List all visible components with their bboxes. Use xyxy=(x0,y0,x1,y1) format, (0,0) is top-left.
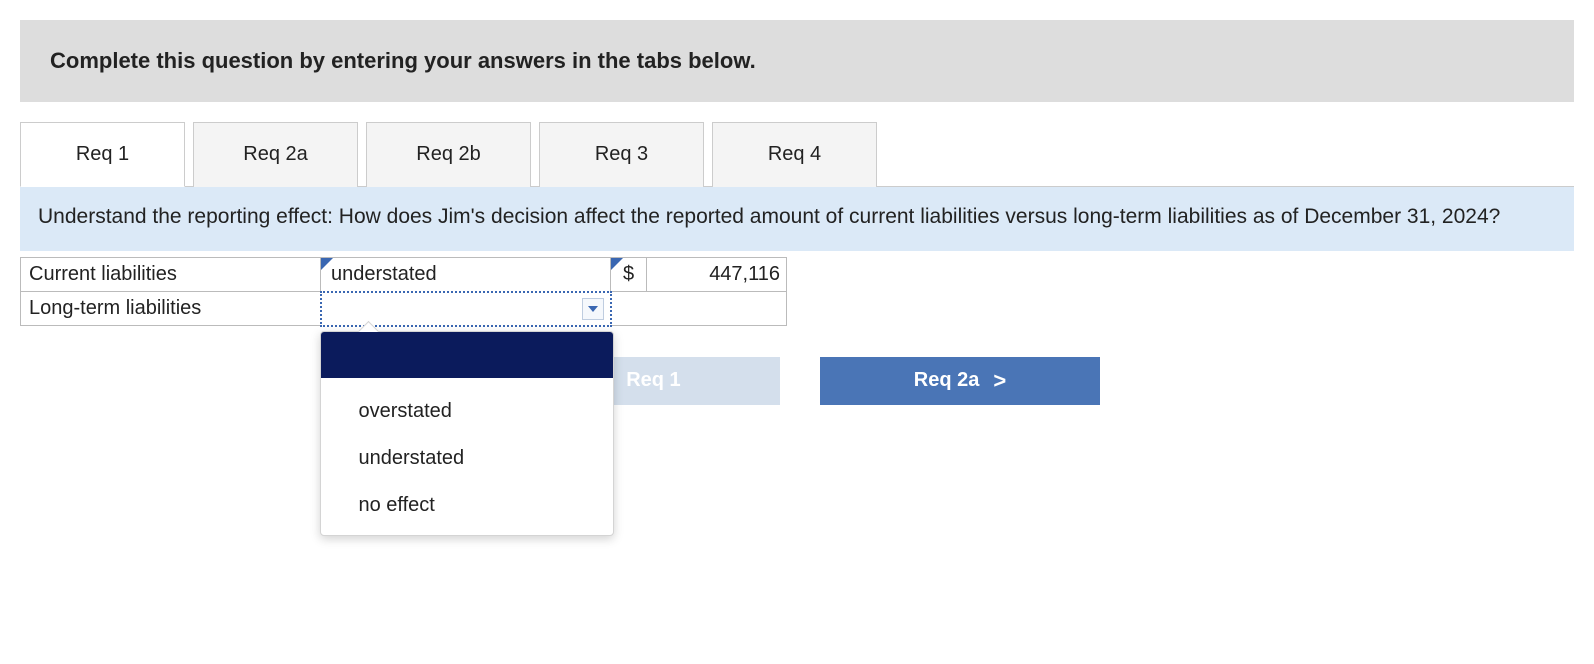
dropdown-popup: overstated understated no effect xyxy=(320,331,614,536)
tab-label: Req 2a xyxy=(243,143,308,165)
dropdown-option-overstated[interactable]: overstated xyxy=(321,388,613,435)
row-label-current-liabilities: Current liabilities xyxy=(21,258,321,292)
dropdown-option-no-effect[interactable]: no effect xyxy=(321,482,613,529)
table-row: Current liabilities understated $ 447,11… xyxy=(21,258,787,292)
chevron-right-icon: > xyxy=(993,368,1006,394)
tab-label: Req 2b xyxy=(416,143,481,165)
next-label: Req 2a xyxy=(914,369,980,392)
tab-req-4[interactable]: Req 4 xyxy=(712,122,877,187)
currency-symbol: $ xyxy=(611,258,647,292)
effect-select-long-term[interactable]: overstated understated no effect xyxy=(321,292,611,326)
tab-req-2b[interactable]: Req 2b xyxy=(366,122,531,187)
tab-req-1[interactable]: Req 1 xyxy=(20,122,185,187)
currency-text: $ xyxy=(623,263,634,285)
dropdown-option-blank[interactable] xyxy=(321,332,613,378)
table-row: Long-term liabilities overstated underst… xyxy=(21,292,787,326)
prev-label: Req 1 xyxy=(626,369,680,392)
tab-req-2a[interactable]: Req 2a xyxy=(193,122,358,187)
tab-label: Req 1 xyxy=(76,143,129,165)
effect-select-current[interactable]: understated xyxy=(321,258,611,292)
flag-icon xyxy=(321,258,333,270)
next-button[interactable]: Req 2a > xyxy=(820,357,1100,405)
amount-input-current[interactable]: 447,116 xyxy=(647,258,787,292)
amount-input-long-term[interactable] xyxy=(611,292,787,326)
dropdown-option-understated[interactable]: understated xyxy=(321,435,613,482)
flag-icon xyxy=(611,258,623,270)
answer-table: Current liabilities understated $ 447,11… xyxy=(20,257,787,327)
tab-label: Req 4 xyxy=(768,143,821,165)
chevron-down-icon[interactable] xyxy=(582,298,604,320)
select-value: understated xyxy=(331,263,437,286)
instruction-text: Complete this question by entering your … xyxy=(20,20,1574,102)
tab-row: Req 1 Req 2a Req 2b Req 3 Req 4 xyxy=(20,122,1574,187)
question-prompt: Understand the reporting effect: How doe… xyxy=(20,186,1574,251)
tab-label: Req 3 xyxy=(595,143,648,165)
tab-req-3[interactable]: Req 3 xyxy=(539,122,704,187)
row-label-long-term-liabilities: Long-term liabilities xyxy=(21,292,321,326)
nav-row: < Req 1 Req 2a > xyxy=(500,357,1574,405)
